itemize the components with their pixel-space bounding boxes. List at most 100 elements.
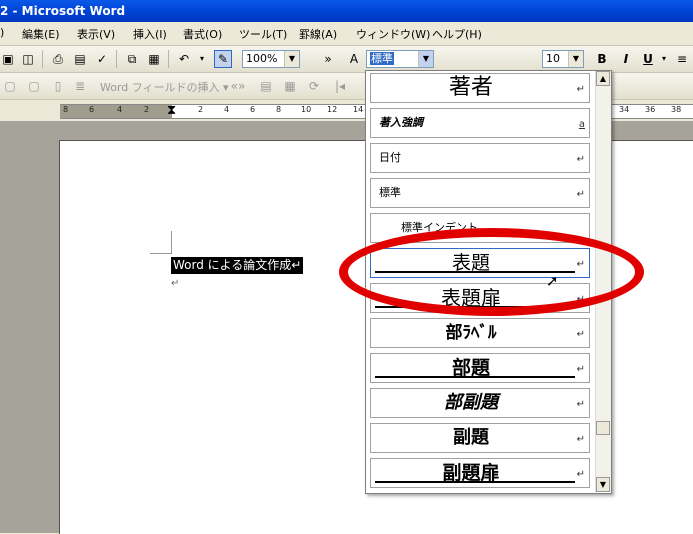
paragraph-mark-icon: ↵ (576, 469, 585, 480)
style-item-date[interactable]: 日付 ↵ (370, 143, 590, 173)
insert-word-field-button[interactable]: Word フィールドの挿入 ▾ (100, 79, 229, 95)
abc-icon[interactable]: ▤ (258, 78, 274, 94)
style-item-label: 日付 (379, 151, 401, 164)
ruler-tick: 2 (144, 105, 150, 114)
paste-icon[interactable]: ▦ (146, 51, 162, 67)
style-select-value: 標準 (370, 52, 394, 65)
drawing-icon[interactable]: ✎ (214, 50, 232, 68)
ruler-tick: 38 (671, 105, 682, 114)
style-item-emphasis[interactable]: 著入強調 a (370, 108, 590, 138)
underline-rule (375, 481, 575, 483)
style-item-subtitle[interactable]: 副題 ↵ (370, 423, 590, 453)
style-item-label: 著入強調 (379, 116, 423, 129)
menu-window[interactable]: ウィンドウ(W) (356, 26, 430, 42)
paragraph-mark-icon: ↵ (576, 84, 585, 95)
ruler-tick: 8 (276, 105, 282, 114)
standard-toolbar: ▣ ◫ ⎙ ▤ ✓ ⧉ ▦ ↶ ▾ ✎ 100% ▼ » A 標準 ▼ 10 ▼ B … (0, 46, 693, 73)
ruler-tick: 36 (645, 105, 656, 114)
ruler-tick: 12 (327, 105, 338, 114)
highlight-icon[interactable]: ≡ (674, 51, 690, 67)
chevron-down-icon[interactable]: ▼ (284, 51, 299, 67)
style-item-part-label[interactable]: 部ﾗﾍﾞﾙ ↵ (370, 318, 590, 348)
mouse-cursor-icon: ➚ (546, 272, 559, 290)
more-icon[interactable]: » (320, 51, 336, 67)
ruler-tick: 6 (250, 105, 256, 114)
scroll-down-icon[interactable]: ▼ (596, 477, 610, 492)
style-item-normal[interactable]: 標準 ↵ (370, 178, 590, 208)
print-icon-2[interactable]: ▤ (72, 51, 88, 67)
style-item-label: 部副題 (444, 392, 498, 413)
style-item-label: 標準 (379, 186, 401, 199)
spellcheck-icon[interactable]: ✓ (94, 51, 110, 67)
chevron-down-icon[interactable]: ▼ (568, 51, 583, 67)
chevron-down-icon[interactable]: ▼ (418, 51, 433, 67)
paragraph-mark-icon: ↵ (576, 399, 585, 410)
toolbar-separator (116, 50, 117, 68)
ruler-tick: 14 (353, 105, 364, 114)
menu-bar: ) 編集(E) 表示(V) 挿入(I) 書式(O) ツール(T) 罫線(A) ウ… (0, 22, 693, 46)
ruler-tick: 4 (117, 105, 123, 114)
red-highlight-ellipse (339, 228, 644, 316)
style-item-label: 部ﾗﾍﾞﾙ (445, 323, 497, 343)
style-select[interactable]: 標準 ▼ (366, 50, 434, 68)
menu-file-fragment[interactable]: ) (0, 26, 4, 39)
menu-table[interactable]: 罫線(A) (299, 26, 337, 42)
field-icon[interactable]: ▢ (2, 78, 18, 94)
ruler-margin-left (60, 104, 172, 119)
menu-help[interactable]: ヘルプ(H) (432, 26, 482, 42)
italic-button[interactable]: I (618, 51, 634, 67)
toolbar-separator (168, 50, 169, 68)
first-record-icon[interactable]: |◂ (332, 78, 348, 94)
underline-dropdown-icon[interactable]: ▾ (656, 51, 672, 67)
paragraph-mark-icon: ↵ (576, 434, 585, 445)
ruler-tick: 8 (63, 105, 69, 114)
undo-icon[interactable]: ↶ (176, 51, 192, 67)
field-list-icon[interactable]: ≣ (72, 78, 88, 94)
style-item-subtitle-page[interactable]: 副題扉 ↵ (370, 458, 590, 488)
style-item-label: 副題 (453, 427, 489, 448)
style-icon[interactable]: A (346, 51, 362, 67)
paragraph-mark: ↵ (171, 278, 180, 289)
field-doc-icon[interactable]: ▯ (50, 78, 66, 94)
save-icon[interactable]: ▣ (0, 51, 16, 67)
window-title: 2 - Microsoft Word (0, 4, 126, 18)
refresh-icon[interactable]: ⟳ (306, 78, 322, 94)
merge-field-icon[interactable]: «» (230, 78, 246, 94)
menu-format[interactable]: 書式(O) (183, 26, 222, 42)
style-item-part-subtitle[interactable]: 部副題 ↵ (370, 388, 590, 418)
paragraph-mark-icon: ↵ (576, 154, 585, 165)
underline-button[interactable]: U (640, 51, 656, 67)
menu-view[interactable]: 表示(V) (77, 26, 115, 42)
print-icon[interactable]: ⎙ (50, 51, 66, 67)
paragraph-mark-icon: ↵ (576, 189, 585, 200)
font-size-value: 10 (546, 52, 560, 65)
crop-mark (171, 231, 172, 253)
ruler-tick: 2 (198, 105, 204, 114)
style-item-part-title[interactable]: 部題 ↵ (370, 353, 590, 383)
zoom-select[interactable]: 100% ▼ (242, 50, 300, 68)
scroll-up-icon[interactable]: ▲ (596, 71, 610, 86)
paragraph-mark-icon: ↵ (576, 364, 585, 375)
indent-marker[interactable]: ⧗ (167, 103, 176, 118)
menu-insert[interactable]: 挿入(I) (133, 26, 167, 42)
style-item-author[interactable]: 著者 ↵ (370, 73, 590, 103)
copy-icon[interactable]: ⧉ (124, 51, 140, 67)
field-shade-icon[interactable]: ▦ (282, 78, 298, 94)
underline-rule (375, 376, 575, 378)
undo-dropdown-icon[interactable]: ▾ (194, 51, 210, 67)
menu-edit[interactable]: 編集(E) (22, 26, 60, 42)
crop-mark (150, 253, 172, 254)
scroll-thumb[interactable] (596, 421, 610, 435)
toolbar-separator (42, 50, 43, 68)
character-style-icon: a (578, 119, 585, 130)
print-preview-icon[interactable]: ◫ (20, 51, 36, 67)
paragraph-mark-icon: ↵ (576, 329, 585, 340)
field-option-icon[interactable]: ▢ (26, 78, 42, 94)
zoom-value: 100% (246, 52, 278, 65)
menu-tools[interactable]: ツール(T) (239, 26, 287, 42)
selected-text[interactable]: Word による論文作成↵ (171, 257, 304, 274)
font-size-select[interactable]: 10 ▼ (542, 50, 584, 68)
style-item-label: 著者 (448, 75, 493, 100)
bold-button[interactable]: B (594, 51, 610, 67)
window-title-bar: 2 - Microsoft Word (0, 0, 693, 22)
